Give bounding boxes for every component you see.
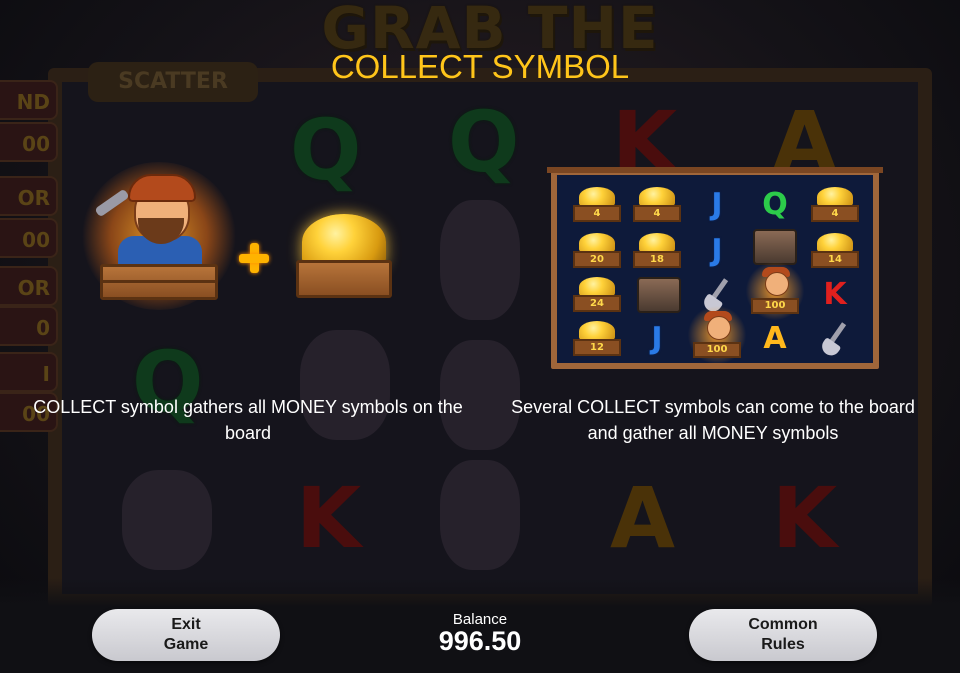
money-cell: 24 bbox=[571, 273, 623, 317]
jackpot-value: 00 bbox=[0, 122, 58, 162]
money-value: 4 bbox=[811, 205, 859, 222]
money-gold-icon bbox=[292, 196, 396, 304]
j-symbol: J bbox=[651, 321, 663, 356]
jackpot-value: 0 bbox=[0, 306, 58, 346]
background-a-symbol: A bbox=[610, 469, 676, 567]
background-k-symbol: K bbox=[772, 469, 838, 567]
collect-description: COLLECT symbol gathers all MONEY symbols… bbox=[33, 397, 463, 443]
letter-cell: J bbox=[691, 229, 743, 273]
money-cell: 14 bbox=[809, 229, 861, 273]
letter-cell: Q bbox=[749, 183, 801, 227]
money-value: 12 bbox=[573, 339, 621, 356]
money-cell: 12 bbox=[571, 317, 623, 361]
collect-cell: 100 bbox=[687, 306, 747, 364]
background-jackpot-panel: ND 00 OR 00 OR 0 I 00 bbox=[0, 80, 60, 440]
q-symbol: Q bbox=[762, 187, 788, 222]
money-cell: 4 bbox=[809, 183, 861, 227]
collect-cell: 100 bbox=[745, 262, 805, 320]
j-symbol: J bbox=[711, 233, 723, 268]
background-q-symbol: Q bbox=[290, 101, 362, 199]
money-value: 14 bbox=[811, 251, 859, 268]
plus-icon bbox=[239, 243, 269, 273]
collect-value: 100 bbox=[693, 342, 741, 358]
money-cell: 4 bbox=[631, 183, 683, 227]
exit-game-button[interactable]: Exit Game bbox=[92, 609, 280, 661]
money-value: 18 bbox=[633, 251, 681, 268]
money-value: 4 bbox=[573, 205, 621, 222]
collect-miner-icon bbox=[82, 162, 236, 310]
money-cell: 18 bbox=[631, 229, 683, 273]
page-title: COLLECT SYMBOL bbox=[330, 48, 630, 85]
a-symbol: A bbox=[763, 321, 787, 356]
balance-value: 996.50 bbox=[438, 626, 522, 656]
letter-cell: A bbox=[749, 317, 801, 361]
background-donkey-symbol bbox=[440, 460, 520, 570]
jackpot-label: OR bbox=[0, 266, 58, 306]
money-value: 24 bbox=[573, 295, 621, 312]
k-symbol: K bbox=[823, 277, 847, 312]
money-cell: 20 bbox=[571, 229, 623, 273]
background-cart-symbol bbox=[122, 470, 212, 570]
collect-value: 100 bbox=[751, 298, 799, 314]
money-value: 4 bbox=[633, 205, 681, 222]
background-q-symbol: Q bbox=[448, 93, 520, 191]
letter-cell: J bbox=[631, 317, 683, 361]
background-donkey-symbol bbox=[440, 200, 520, 320]
chest-icon bbox=[633, 273, 685, 317]
example-board: 4 4 J Q 4 20 18 J 14 24 100 K 12 J 100 A bbox=[547, 167, 883, 369]
j-symbol: J bbox=[711, 187, 723, 222]
shovel-icon bbox=[809, 317, 861, 361]
jackpot-label: I bbox=[0, 352, 58, 392]
money-value: 20 bbox=[573, 251, 621, 268]
letter-cell: K bbox=[809, 273, 861, 317]
background-k-symbol: K bbox=[296, 469, 362, 567]
letter-cell: J bbox=[691, 183, 743, 227]
jackpot-value: 00 bbox=[0, 218, 58, 258]
jackpot-label: ND bbox=[0, 80, 58, 120]
jackpot-label: OR bbox=[0, 176, 58, 216]
money-cell: 4 bbox=[571, 183, 623, 227]
common-rules-button[interactable]: Common Rules bbox=[689, 609, 877, 661]
several-collect-description: Several COLLECT symbols can come to the … bbox=[511, 397, 915, 443]
